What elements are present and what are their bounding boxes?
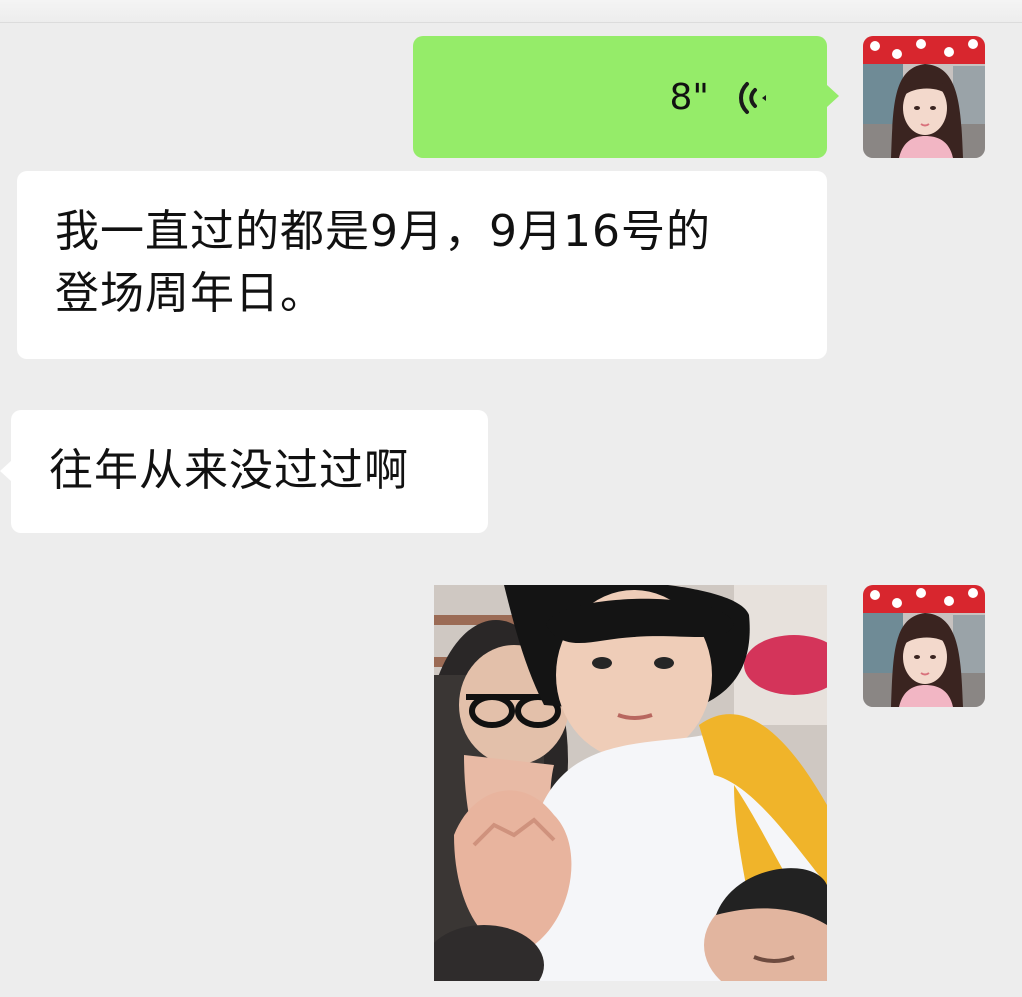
text-message-bubble[interactable]: 往年从来没过过啊	[11, 410, 488, 533]
voice-wave-icon	[733, 76, 777, 120]
text-bubble-tail	[0, 460, 12, 482]
message-text: 我一直过的都是9月，9月16号的 登场周年日。	[55, 206, 711, 319]
voice-message-bubble[interactable]: 8"	[413, 36, 827, 158]
message-text: 往年从来没过过啊	[49, 445, 409, 496]
voice-bubble-tail	[827, 85, 839, 107]
user-avatar[interactable]	[863, 36, 985, 158]
voice-duration: 8"	[669, 77, 709, 118]
text-message-bubble[interactable]: 我一直过的都是9月，9月16号的 登场周年日。	[17, 171, 827, 359]
top-edge	[0, 0, 1022, 23]
user-avatar[interactable]	[863, 585, 985, 707]
photo-sticker[interactable]	[434, 585, 827, 981]
